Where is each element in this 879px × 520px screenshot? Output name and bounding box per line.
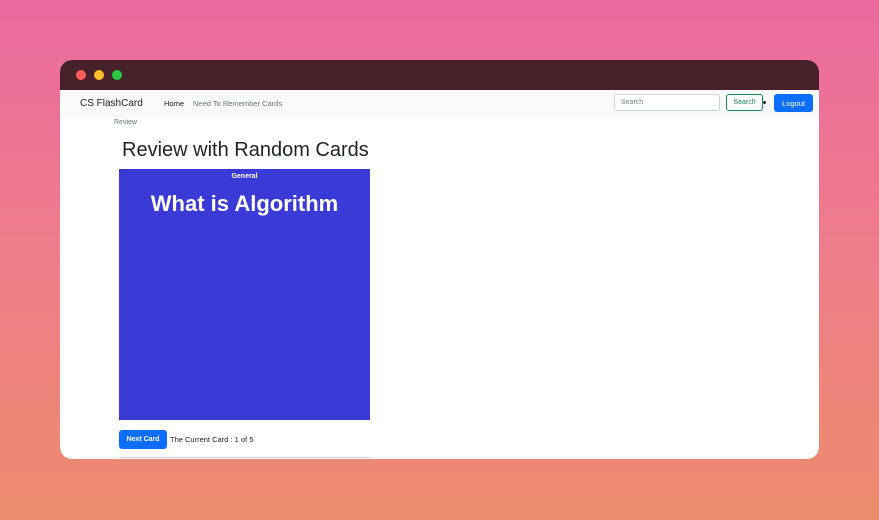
bullet-dot	[763, 101, 766, 104]
breadcrumb: Review	[114, 119, 137, 126]
page-title: Review with Random Cards	[122, 139, 369, 161]
search-input[interactable]	[614, 94, 720, 111]
browser-window: CS FlashCard Home Need To Remember Cards…	[60, 60, 819, 459]
flashcard[interactable]: General What is Algorithm	[119, 169, 370, 420]
nav-link-home[interactable]: Home	[164, 99, 184, 108]
search-button[interactable]: Search	[726, 94, 763, 111]
divider	[119, 457, 370, 458]
card-counter: The Current Card : 1 of 5	[170, 435, 254, 444]
maximize-window-icon[interactable]	[112, 70, 122, 80]
navbar-brand[interactable]: CS FlashCard	[80, 98, 143, 109]
card-category: General	[231, 173, 258, 180]
minimize-window-icon[interactable]	[94, 70, 104, 80]
nav-link-need-to-remember[interactable]: Need To Remember Cards	[193, 99, 282, 108]
next-card-button[interactable]: Next Card	[119, 430, 167, 449]
window-titlebar	[60, 60, 819, 90]
navbar: CS FlashCard Home Need To Remember Cards…	[60, 90, 819, 117]
logout-button[interactable]: Logout	[774, 94, 813, 112]
card-question: What is Algorithm	[150, 191, 339, 216]
close-window-icon[interactable]	[76, 70, 86, 80]
